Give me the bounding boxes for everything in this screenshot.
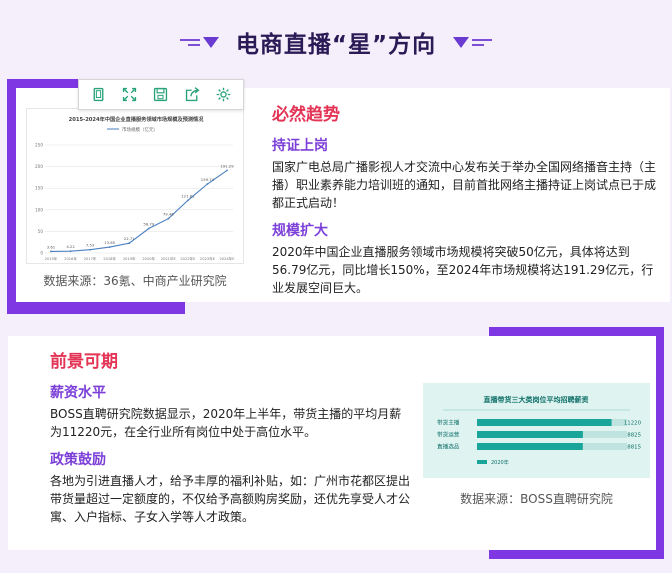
x-tick-label: 2019年: [123, 256, 136, 261]
data-point: [147, 227, 150, 230]
bar: [477, 443, 583, 450]
bar-category-label: 带货主播: [437, 419, 460, 427]
bar: [477, 431, 583, 438]
data-label: 7.53: [86, 243, 95, 248]
triangle-down-icon: [202, 36, 219, 48]
data-label: 121.81: [181, 193, 195, 198]
section1-heading: 必然趋势: [272, 105, 340, 125]
page-title: 电商直播“星”方向: [235, 32, 437, 58]
data-label: 159.74: [201, 177, 215, 182]
chart1-source: 数据来源：36氪、中商产业研究院: [43, 274, 227, 288]
y-tick-label: 100: [35, 207, 43, 212]
data-point: [108, 246, 111, 249]
x-tick-label: 2024年E: [219, 256, 235, 261]
data-point: [167, 217, 170, 220]
y-tick-label: 0: [40, 251, 43, 256]
heading-decoration-right: [450, 36, 493, 48]
triangle-down-icon: [453, 36, 470, 48]
data-point: [89, 248, 92, 251]
salary-bar-chart: 直播带货三大类岗位平均招聘薪资带货主播 11220 带货运营 8825 直播选品 8815…: [423, 383, 650, 478]
data-point: [226, 169, 228, 172]
block-title: 规模扩大: [272, 223, 328, 239]
y-tick-label: 200: [35, 164, 43, 169]
block-text: 国家广电总局广播影视人才交流中心发布关于举办全国网络播音主持（主播）职业素养能力…: [272, 160, 657, 210]
data-label: 56.79: [143, 221, 154, 226]
data-label: 13.65: [104, 240, 115, 245]
section2-text: 前景可期 薪资水平 BOSS直聘研究院数据显示，2020年上半年，带货主播的平均…: [50, 347, 410, 534]
expand-icon[interactable]: [119, 84, 141, 106]
bar-category-label: 带货运营: [437, 431, 460, 439]
legend-swatch: [477, 460, 487, 464]
bar-chart-svg: 直播带货三大类岗位平均招聘薪资带货主播 11220 带货运营 8825 直播选品 8815…: [437, 395, 642, 466]
y-tick-label: 150: [35, 186, 43, 191]
chart-toolbar: [78, 79, 244, 110]
block-text: 各地为引进直播人才，给予丰厚的福利补贴，如：广州市花都区提出带货量超过一定额度的…: [50, 474, 411, 524]
x-tick-label: 2023年E: [200, 256, 216, 261]
y-tick-label: 50: [38, 229, 44, 234]
market-size-chart: 2015-2024年中国企业直播服务领域市场规模及预测情况 市场规模（亿元） 0 50…: [26, 108, 244, 264]
block-title: 薪资水平: [50, 385, 106, 401]
data-label: 22.71: [124, 236, 135, 241]
section2-heading: 前景可期: [50, 352, 118, 372]
heading-decoration-left: [179, 36, 222, 48]
share-icon[interactable]: [181, 84, 203, 106]
x-tick-label: 2022年E: [180, 256, 196, 261]
block-text: 2020年中国企业直播服务领域市场规模将突破50亿元，具体将达到56.79亿元，…: [272, 245, 654, 295]
bar: [477, 419, 612, 426]
chart-title: 2015-2024年中国企业直播服务领域市场规模及预测情况: [69, 115, 205, 123]
data-point: [69, 250, 72, 253]
bar-value-label: 8815: [627, 445, 641, 451]
chart2-source: 数据来源：BOSS直聘研究院: [460, 492, 613, 506]
data-label: 79.46: [163, 212, 174, 217]
series-line: [50, 169, 228, 252]
legend-label: 2020年: [491, 459, 509, 466]
x-tick-label: 2015年: [45, 256, 58, 261]
x-tick-label: 2020年: [142, 256, 155, 261]
bar-value-label: 11220: [624, 421, 642, 427]
legend-label: 市场规模（亿元）: [122, 126, 158, 133]
y-tick-label: 250: [35, 143, 43, 148]
data-label: 4.22: [66, 244, 75, 249]
line-chart-svg: 2015-2024年中国企业直播服务领域市场规模及预测情况市场规模（亿元） 0 50…: [35, 115, 235, 261]
data-point: [128, 242, 131, 245]
data-label: 3.61: [47, 244, 56, 249]
x-tick-label: 2021年E: [161, 256, 177, 261]
section-heading: 电商直播“星”方向: [0, 22, 672, 62]
chart-title: 直播带货三大类岗位平均招聘薪资: [484, 395, 589, 404]
x-tick-label: 2016年: [64, 256, 77, 261]
x-tick-label: 2018年: [103, 256, 116, 261]
block-text: BOSS直聘研究院数据显示，2020年上半年，带货主播的平均月薪为11220元，…: [50, 407, 402, 439]
data-point: [186, 199, 189, 202]
section1-text: 必然趋势 持证上岗 国家广电总局广播影视人才交流中心发布关于举办全国网络播音主持…: [272, 100, 662, 305]
settings-icon[interactable]: [212, 84, 234, 106]
block-title: 持证上岗: [272, 138, 328, 154]
data-point: [206, 183, 209, 185]
data-point: [50, 250, 52, 253]
block-title: 政策鼓励: [50, 452, 106, 468]
save-icon[interactable]: [150, 84, 172, 106]
bar-category-label: 直播选品: [437, 443, 460, 451]
bar-value-label: 8825: [627, 433, 641, 439]
data-label: 191.29: [220, 163, 234, 168]
x-tick-label: 2017年: [84, 256, 97, 261]
document-icon[interactable]: [88, 84, 110, 106]
